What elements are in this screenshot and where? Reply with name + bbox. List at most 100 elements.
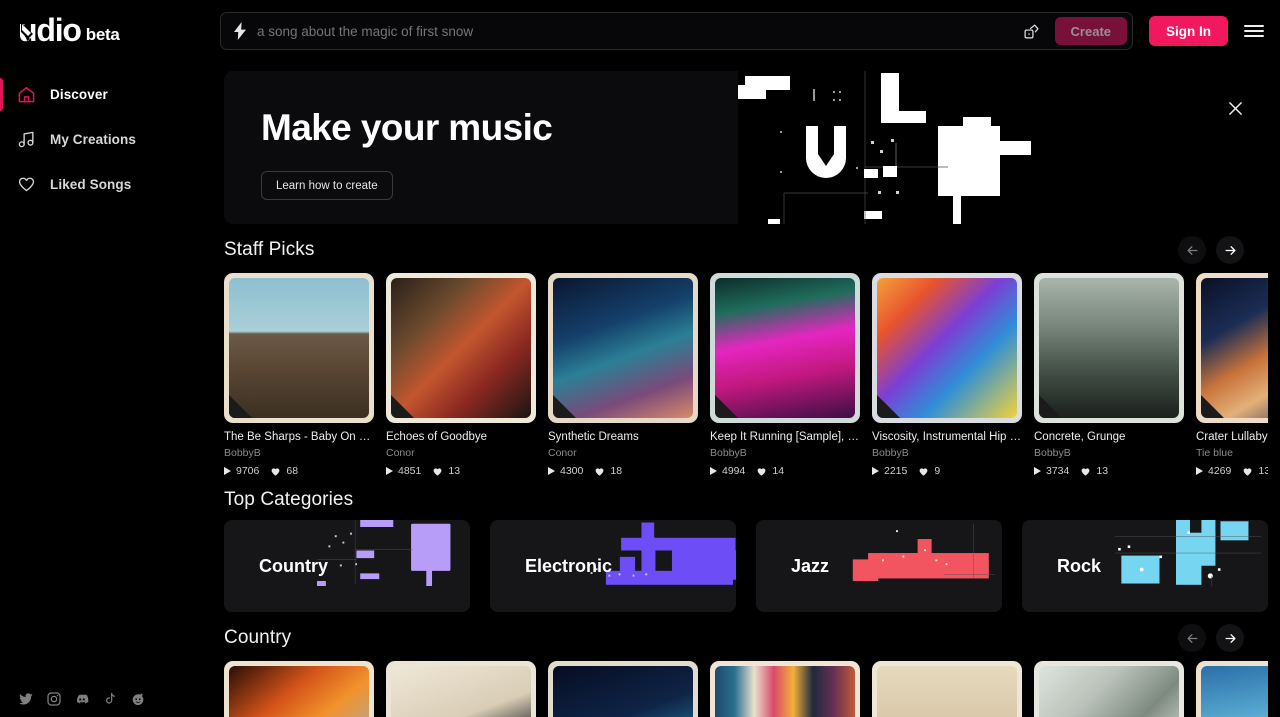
play-count-value: 2215 [884,465,907,477]
song-artwork[interactable] [872,661,1022,717]
play-count-value: 4994 [722,465,745,477]
song-card[interactable]: Concrete, GrungeBobbyB373413 [1034,273,1184,477]
section-title: Top Categories [224,489,353,511]
play-count-value: 4300 [560,465,583,477]
play-count-value: 3734 [1046,465,1069,477]
social-links [18,691,146,707]
category-card-country[interactable]: Country [224,520,470,612]
sidebar-item-label: Liked Songs [50,177,131,192]
top-categories-row: CountryElectronicJazz Rock [224,520,1268,612]
song-artwork[interactable] [1034,661,1184,717]
like-count: 13 [432,465,460,477]
arrow-left-icon[interactable] [1178,236,1206,264]
category-label: Rock [1057,556,1101,577]
song-card[interactable] [872,661,1022,717]
music-note-icon [16,130,36,150]
sidebar-item-my-creations[interactable]: My Creations [0,117,210,162]
main-area: Create Sign In [210,0,1280,717]
prompt-input[interactable] [257,24,1009,39]
arrow-left-icon[interactable] [1178,624,1206,652]
song-card[interactable]: The Be Sharps - Baby On Board,...BobbyB9… [224,273,374,477]
song-artwork[interactable] [548,661,698,717]
category-card-rock[interactable]: Rock [1022,520,1268,612]
song-artwork[interactable] [1034,273,1184,423]
category-card-electronic[interactable]: Electronic [490,520,736,612]
play-count: 4994 [710,465,745,477]
artwork-image [715,666,855,717]
song-artwork[interactable] [224,273,374,423]
sidebar-item-label: My Creations [50,132,136,147]
learn-how-to-create-button[interactable]: Learn how to create [261,171,393,200]
song-artwork[interactable] [710,273,860,423]
sidebar-item-liked-songs[interactable]: Liked Songs [0,162,210,207]
prompt-bar[interactable]: Create [220,12,1133,50]
arrow-right-icon[interactable] [1216,624,1244,652]
lightning-icon [233,22,247,40]
reddit-icon[interactable] [130,691,146,707]
song-card[interactable]: Keep It Running [Sample], Danc...BobbyB4… [710,273,860,477]
song-title: Crater Lullaby [1196,431,1268,443]
song-card[interactable] [710,661,860,717]
song-artwork[interactable] [224,661,374,717]
instagram-icon[interactable] [46,691,62,707]
play-count: 4851 [386,465,421,477]
song-artist: Tie blue [1196,447,1268,459]
corner-fold [715,395,738,418]
sidebar-nav: Discover My Creations Liked Songs [0,72,210,207]
song-card[interactable]: Viscosity, Instrumental Hip HopBobbyB221… [872,273,1022,477]
song-artwork[interactable] [386,661,536,717]
category-card-jazz[interactable]: Jazz [756,520,1002,612]
play-icon [224,467,231,475]
song-title: The Be Sharps - Baby On Board,... [224,431,374,443]
song-artist: BobbyB [224,447,374,459]
song-artwork[interactable] [1196,661,1268,717]
play-count-value: 4269 [1208,465,1231,477]
artwork-image [553,666,693,717]
like-count: 18 [594,465,622,477]
category-artwork [1115,520,1268,586]
song-artist: BobbyB [710,447,860,459]
like-count-value: 9 [934,465,940,477]
like-count: 13 [1080,465,1108,477]
song-card[interactable]: Echoes of GoodbyeConor485113 [386,273,536,477]
dice-icon[interactable] [1019,18,1045,44]
sidebar-item-label: Discover [50,87,108,102]
hamburger-icon[interactable] [1240,17,1268,45]
song-artwork[interactable] [386,273,536,423]
sign-in-button[interactable]: Sign In [1149,16,1228,46]
song-artwork[interactable] [710,661,860,717]
song-card[interactable]: Crater Lullaby Tie blue 4269 13 [1196,273,1268,477]
play-icon [872,467,879,475]
play-icon [1034,467,1041,475]
sidebar-item-discover[interactable]: Discover [0,72,210,117]
song-stats: 3734 13 [1034,465,1184,477]
song-card[interactable] [1034,661,1184,717]
heart-icon [270,466,281,477]
like-count: 9 [918,465,940,477]
song-artwork[interactable] [872,273,1022,423]
like-count-value: 13 [1258,465,1268,477]
artwork-image [229,666,369,717]
twitter-icon[interactable] [18,691,34,707]
song-stats: 4300 18 [548,465,698,477]
song-card[interactable]: Synthetic DreamsConor430018 [548,273,698,477]
sidebar: udio beta Discover [0,0,210,717]
logo-beta-tag: beta [86,25,120,46]
logo[interactable]: udio beta [0,0,210,62]
close-icon[interactable] [1224,97,1246,119]
create-button[interactable]: Create [1055,17,1127,45]
tiktok-icon[interactable] [102,691,118,707]
song-title: Echoes of Goodbye [386,431,536,443]
song-stats: 4851 13 [386,465,536,477]
song-card[interactable] [224,661,374,717]
song-card[interactable] [548,661,698,717]
song-artwork[interactable] [1196,273,1268,423]
song-artwork[interactable] [548,273,698,423]
heart-icon [432,466,443,477]
arrow-right-icon[interactable] [1216,236,1244,264]
discord-icon[interactable] [74,691,90,707]
song-card[interactable] [386,661,536,717]
heart-icon [1242,466,1253,477]
quill-icon [19,20,37,46]
song-card[interactable] [1196,661,1268,717]
